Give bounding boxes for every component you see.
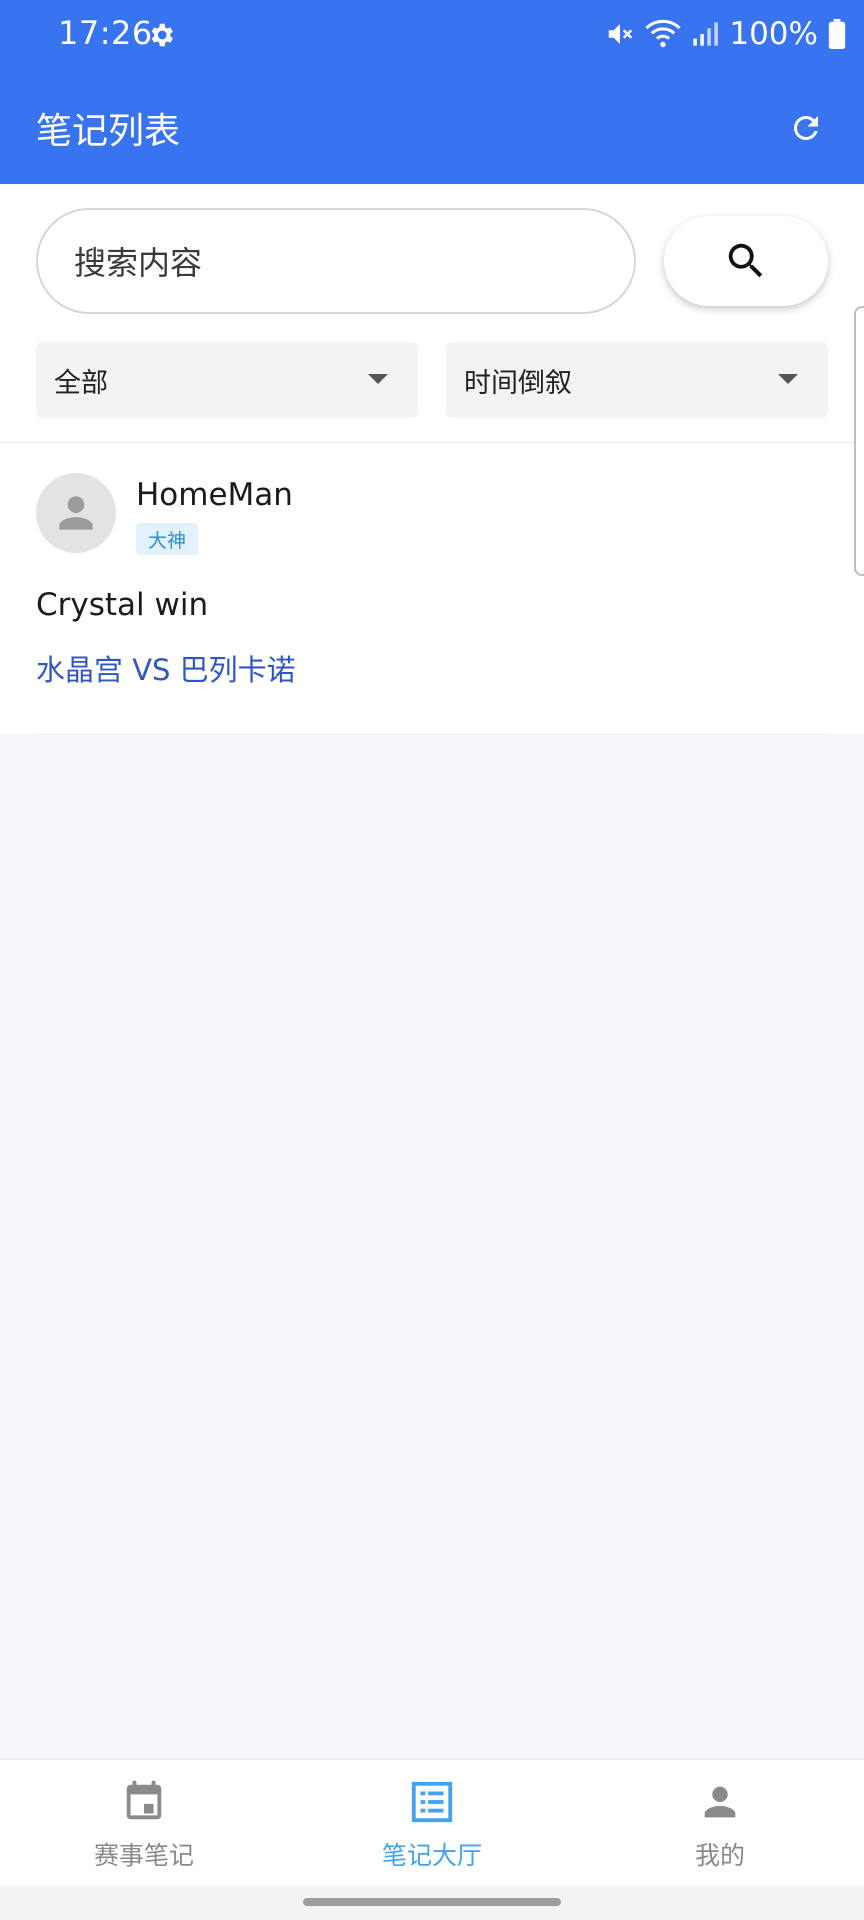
mute-icon (609, 24, 633, 44)
search-placeholder: 搜索内容 (74, 244, 203, 282)
search-input[interactable]: 搜索内容 (36, 208, 636, 314)
divider (36, 734, 828, 735)
signal-icon (693, 22, 719, 46)
person-icon (59, 496, 93, 530)
page-title: 笔记列表 (36, 111, 181, 152)
wifi-icon (645, 20, 681, 48)
refresh-button[interactable] (776, 98, 836, 158)
sort-dropdown[interactable]: 时间倒叙 (446, 342, 828, 418)
search-icon (728, 243, 763, 278)
status-icons: 100% (605, 14, 846, 54)
category-selected: 全部 (54, 367, 108, 399)
nav-label: 笔记大厅 (381, 1841, 482, 1870)
nav-tab-me[interactable]: 我的 (576, 1760, 864, 1886)
dropdown-arrow-icon (368, 374, 388, 384)
category-dropdown[interactable]: 全部 (36, 342, 418, 418)
search-button[interactable] (664, 216, 828, 306)
note-title: Crystal win (36, 587, 209, 623)
battery-percent: 100% (729, 16, 818, 52)
nav-tab-events[interactable]: 赛事笔记 (0, 1760, 288, 1886)
content-area: 搜索内容 全部 时间倒叙 HomeMan 大神 Crystal win 水晶宫 … (0, 184, 864, 735)
side-scroll-handle[interactable] (854, 306, 864, 576)
settings-gear-icon (151, 23, 173, 47)
note-list-item[interactable]: HomeMan 大神 Crystal win 水晶宫 VS 巴列卡诺 (0, 443, 864, 733)
app-bar: 笔记列表 (0, 72, 864, 184)
note-match[interactable]: 水晶宫 VS 巴列卡诺 (36, 647, 296, 689)
calendar-icon (120, 1778, 168, 1826)
home-gesture-bar[interactable] (303, 1898, 561, 1906)
author-badge: 大神 (136, 523, 199, 555)
bottom-navigation: 赛事笔记 笔记大厅 我的 (0, 1760, 864, 1886)
refresh-icon (793, 115, 818, 140)
sort-selected: 时间倒叙 (464, 367, 572, 399)
nav-label: 赛事笔记 (93, 1841, 194, 1870)
dropdown-arrow-icon (778, 374, 798, 384)
nav-tab-hall[interactable]: 笔记大厅 (288, 1760, 576, 1886)
person-icon (696, 1778, 744, 1826)
status-bar: 17:26 100% (0, 0, 864, 72)
battery-icon (828, 19, 846, 49)
list-icon (408, 1778, 456, 1826)
status-time: 17:26 (58, 14, 153, 52)
avatar[interactable] (36, 473, 116, 553)
nav-label: 我的 (694, 1841, 745, 1870)
author-name: HomeMan (136, 477, 293, 513)
